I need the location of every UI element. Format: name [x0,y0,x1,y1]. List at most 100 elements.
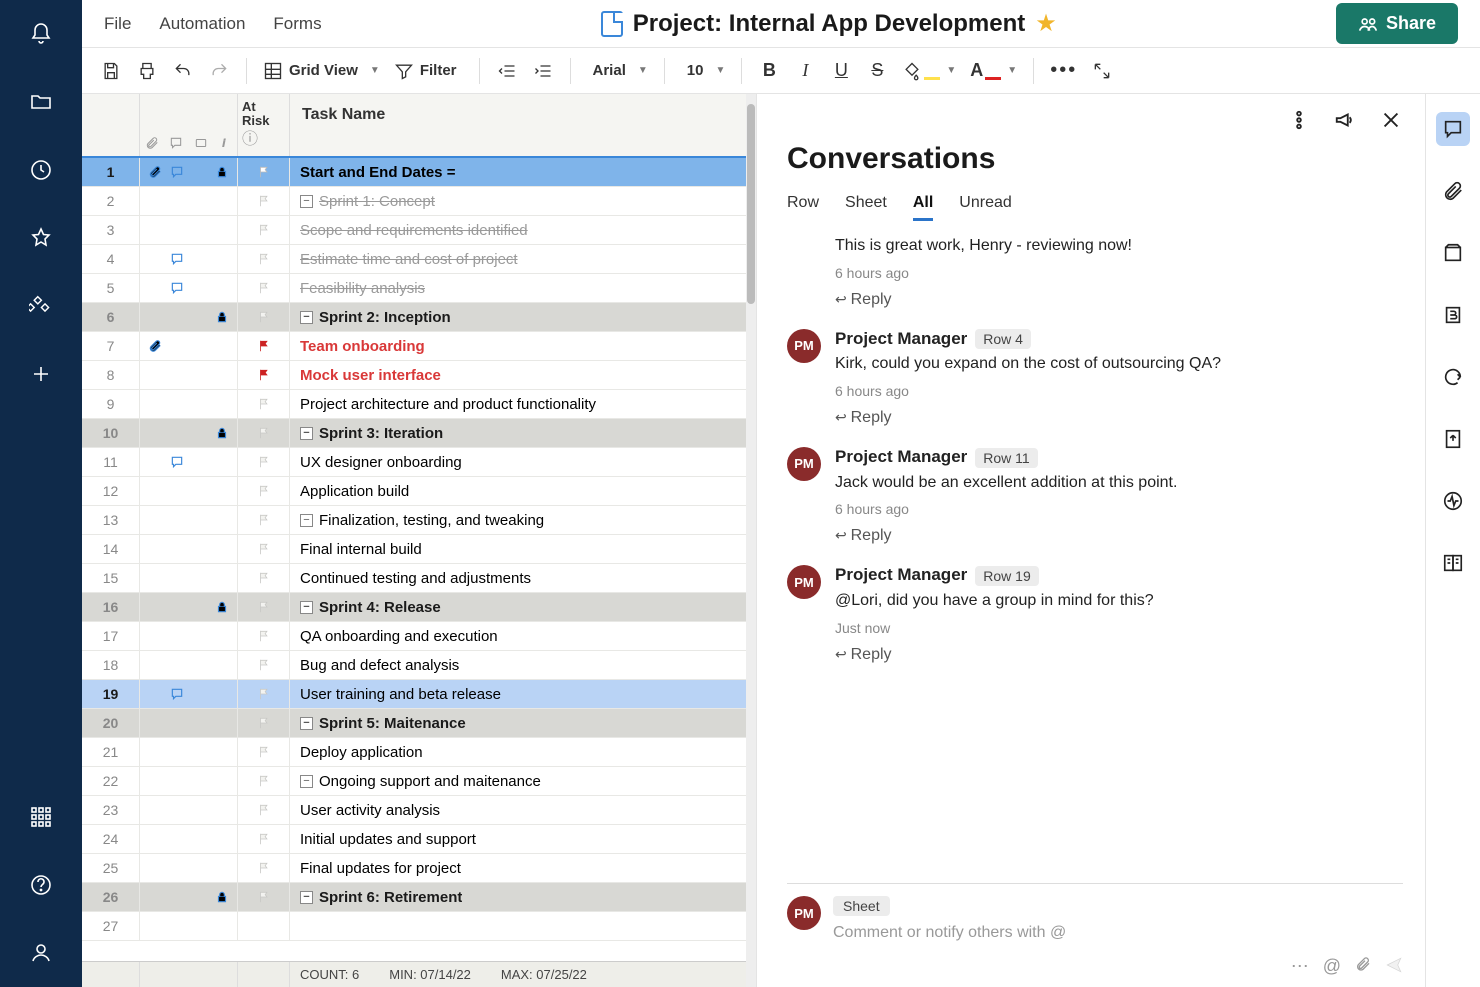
task-cell[interactable]: Final internal build [290,535,756,563]
task-cell[interactable]: Feasibility analysis [290,274,756,302]
risk-cell[interactable] [238,796,290,824]
risk-cell[interactable] [238,651,290,679]
row-number[interactable]: 22 [82,767,140,795]
row-number[interactable]: 6 [82,303,140,331]
task-cell[interactable]: Project architecture and product functio… [290,390,756,418]
grid-row[interactable]: 6 −Sprint 2: Inception [82,303,756,332]
risk-cell[interactable] [238,245,290,273]
grid-row[interactable]: 11 UX designer onboarding [82,448,756,477]
close-icon[interactable] [1379,108,1403,132]
grid-row[interactable]: 19 User training and beta release [82,680,756,709]
row-number[interactable]: 5 [82,274,140,302]
row-number[interactable]: 12 [82,477,140,505]
grid-row[interactable]: 13 −Finalization, testing, and tweaking [82,506,756,535]
redo-icon[interactable] [204,56,234,86]
row-number[interactable]: 21 [82,738,140,766]
row-number[interactable]: 18 [82,651,140,679]
grid-row[interactable]: 26 −Sprint 6: Retirement [82,883,756,912]
row-number[interactable]: 7 [82,332,140,360]
row-number[interactable]: 19 [82,680,140,708]
risk-cell[interactable] [238,448,290,476]
row-number[interactable]: 2 [82,187,140,215]
task-cell[interactable]: Team onboarding [290,332,756,360]
activity-rail-icon[interactable] [1436,484,1470,518]
task-cell[interactable]: Start and End Dates = [290,158,756,186]
grid-row[interactable]: 1 Start and End Dates = [82,158,756,187]
row-number[interactable]: 1 [82,158,140,186]
row-number[interactable]: 15 [82,564,140,592]
risk-cell[interactable] [238,158,290,186]
grid-row[interactable]: 21 Deploy application [82,738,756,767]
grid-row[interactable]: 23 User activity analysis [82,796,756,825]
recent-icon[interactable] [27,156,55,184]
task-cell[interactable]: Bug and defect analysis [290,651,756,679]
risk-cell[interactable] [238,825,290,853]
row-number[interactable]: 27 [82,912,140,940]
italic-icon[interactable]: I [790,56,820,86]
grid-row[interactable]: 2 −Sprint 1: Concept [82,187,756,216]
task-cell[interactable]: Application build [290,477,756,505]
grid-row[interactable]: 18 Bug and defect analysis [82,651,756,680]
risk-cell[interactable] [238,593,290,621]
grid-row[interactable]: 7 Team onboarding [82,332,756,361]
row-number[interactable]: 17 [82,622,140,650]
risk-cell[interactable] [238,854,290,882]
text-color-icon[interactable]: A▼ [966,56,1021,86]
reply-button[interactable]: Reply [835,527,1403,545]
bold-icon[interactable]: B [754,56,784,86]
grid-row[interactable]: 8 Mock user interface [82,361,756,390]
task-cell[interactable]: −Sprint 2: Inception [290,303,756,331]
brandfolder-rail-icon[interactable] [1436,298,1470,332]
task-cell[interactable]: −Sprint 1: Concept [290,187,756,215]
grid-row[interactable]: 24 Initial updates and support [82,825,756,854]
task-cell[interactable]: −Finalization, testing, and tweaking [290,506,756,534]
task-cell[interactable]: Mock user interface [290,361,756,389]
task-cell[interactable]: Continued testing and adjustments [290,564,756,592]
task-cell[interactable]: Deploy application [290,738,756,766]
filter-button[interactable]: Filter [390,56,467,86]
risk-cell[interactable] [238,883,290,911]
tab-unread[interactable]: Unread [959,194,1011,221]
help-icon[interactable] [27,871,55,899]
grid-row[interactable]: 3 Scope and requirements identified [82,216,756,245]
row-number[interactable]: 16 [82,593,140,621]
row-number[interactable]: 26 [82,883,140,911]
undo-icon[interactable] [168,56,198,86]
row-number[interactable]: 14 [82,535,140,563]
proofs-rail-icon[interactable] [1436,236,1470,270]
risk-cell[interactable] [238,738,290,766]
menu-automation[interactable]: Automation [159,14,245,34]
grid-row[interactable]: 20 −Sprint 5: Maitenance [82,709,756,738]
workapps-icon[interactable] [27,292,55,320]
row-number[interactable]: 8 [82,361,140,389]
conversations-rail-icon[interactable] [1436,112,1470,146]
row-number[interactable]: 4 [82,245,140,273]
row-number[interactable]: 20 [82,709,140,737]
tab-row[interactable]: Row [787,194,819,221]
task-cell[interactable]: UX designer onboarding [290,448,756,476]
risk-cell[interactable] [238,680,290,708]
risk-cell[interactable] [238,303,290,331]
notifications-icon[interactable] [27,20,55,48]
row-number[interactable]: 24 [82,825,140,853]
grid-row[interactable]: 17 QA onboarding and execution [82,622,756,651]
message-row-chip[interactable]: Row 11 [975,448,1037,468]
compose-area[interactable]: PM Sheet Comment or notify others with @ [787,883,1403,952]
risk-cell[interactable] [238,274,290,302]
task-cell[interactable]: −Sprint 3: Iteration [290,419,756,447]
grid-row[interactable]: 9 Project architecture and product funct… [82,390,756,419]
update-requests-rail-icon[interactable] [1436,360,1470,394]
fill-color-icon[interactable]: ▼ [898,56,960,86]
task-cell[interactable]: Final updates for project [290,854,756,882]
folder-icon[interactable] [27,88,55,116]
compose-send-icon[interactable] [1385,956,1403,979]
share-button[interactable]: Share [1336,3,1458,44]
task-cell[interactable] [290,912,756,940]
task-cell[interactable]: −Sprint 4: Release [290,593,756,621]
grid-row[interactable]: 25 Final updates for project [82,854,756,883]
risk-cell[interactable] [238,187,290,215]
compose-mention-icon[interactable]: @ [1323,956,1341,979]
task-cell[interactable]: User activity analysis [290,796,756,824]
risk-cell[interactable] [238,767,290,795]
task-cell[interactable]: Scope and requirements identified [290,216,756,244]
